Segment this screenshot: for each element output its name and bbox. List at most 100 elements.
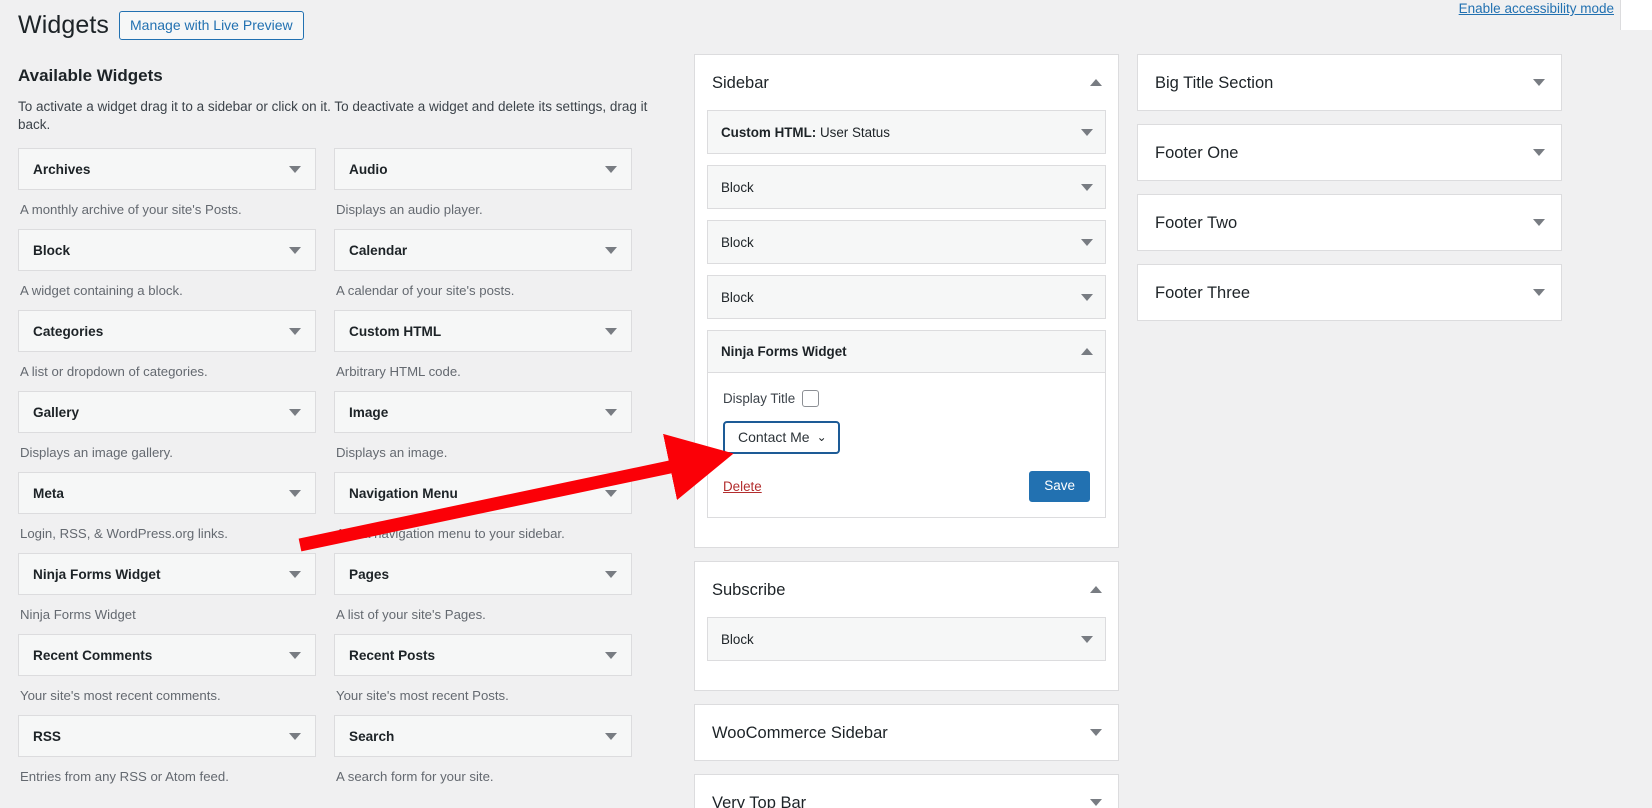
page-corner-strip — [1620, 0, 1652, 30]
chevron-down-icon[interactable] — [289, 732, 301, 740]
chevron-down-icon[interactable] — [1081, 635, 1093, 643]
available-widget[interactable]: Search — [334, 715, 632, 757]
available-widget[interactable]: Categories — [18, 310, 316, 352]
sidebar-panel-header[interactable]: Footer Three — [1138, 265, 1561, 320]
available-widget[interactable]: Gallery — [18, 391, 316, 433]
available-widget[interactable]: Navigation Menu — [334, 472, 632, 514]
chevron-down-icon[interactable] — [1533, 79, 1545, 86]
available-widget[interactable]: Archives — [18, 148, 316, 190]
sidebar-widget-header[interactable]: Block — [708, 276, 1105, 318]
chevron-up-icon[interactable] — [1081, 348, 1093, 355]
available-widget[interactable]: Calendar — [334, 229, 632, 271]
sidebar-column-right: Big Title Section Footer One Footer Two Foo… — [1137, 54, 1562, 334]
available-widget[interactable]: Image — [334, 391, 632, 433]
available-widget-description: A list of your site's Pages. — [336, 607, 486, 622]
sidebar-panel: Sidebar Custom HTML: User Status Block Bloc… — [694, 54, 1119, 548]
chevron-down-icon: ⌄ — [816, 430, 827, 444]
sidebar-widget-header[interactable]: Ninja Forms Widget — [708, 331, 1105, 373]
chevron-down-icon[interactable] — [1081, 183, 1093, 191]
chevron-down-icon[interactable] — [289, 408, 301, 416]
chevron-down-icon[interactable] — [605, 489, 617, 497]
sidebar-panel-header[interactable]: WooCommerce Sidebar — [695, 705, 1118, 760]
available-widgets-section: Available Widgets To activate a widget d… — [18, 64, 668, 796]
available-widget[interactable]: Audio — [334, 148, 632, 190]
available-widget-title: Block — [33, 242, 71, 258]
chevron-down-icon[interactable] — [1533, 219, 1545, 226]
available-widget[interactable]: Ninja Forms Widget — [18, 553, 316, 595]
chevron-down-icon[interactable] — [605, 165, 617, 173]
sidebar-widget-header[interactable]: Block — [708, 618, 1105, 660]
available-widget[interactable]: Custom HTML — [334, 310, 632, 352]
chevron-down-icon[interactable] — [1533, 289, 1545, 296]
chevron-down-icon[interactable] — [1533, 149, 1545, 156]
sidebar-panel-header[interactable]: Footer One — [1138, 125, 1561, 180]
sidebar-panel-header[interactable]: Big Title Section — [1138, 55, 1561, 110]
display-title-row: Display Title — [723, 390, 1090, 407]
sidebar-panel-header[interactable]: Very Top Bar — [695, 775, 1118, 808]
available-widget-title: RSS — [33, 728, 61, 744]
sidebar-widget-header[interactable]: Block — [708, 166, 1105, 208]
sidebar-widget: Block — [707, 275, 1106, 319]
enable-accessibility-mode-link[interactable]: Enable accessibility mode — [1459, 1, 1614, 16]
available-widget-description: Add a navigation menu to your sidebar. — [336, 526, 565, 541]
available-widget-title: Custom HTML — [349, 323, 442, 339]
chevron-down-icon[interactable] — [1081, 238, 1093, 246]
widgets-admin-page: Enable accessibility mode Widgets Manage… — [0, 0, 1652, 808]
sidebar-widget-header[interactable]: Custom HTML: User Status — [708, 111, 1105, 153]
available-widgets-columns: Archives A monthly archive of your site's… — [18, 148, 668, 796]
display-title-checkbox[interactable] — [802, 390, 820, 407]
chevron-down-icon[interactable] — [605, 732, 617, 740]
available-widget-title: Pages — [349, 566, 390, 582]
available-widget[interactable]: Meta — [18, 472, 316, 514]
sidebar-widget: Block — [707, 617, 1106, 661]
chevron-down-icon[interactable] — [605, 570, 617, 578]
save-button[interactable]: Save — [1029, 471, 1090, 502]
chevron-down-icon[interactable] — [605, 327, 617, 335]
chevron-down-icon[interactable] — [289, 246, 301, 254]
available-widget[interactable]: RSS — [18, 715, 316, 757]
sidebar-panel-header[interactable]: Subscribe — [695, 562, 1118, 617]
chevron-down-icon[interactable] — [1081, 128, 1093, 136]
delete-link[interactable]: Delete — [723, 479, 762, 494]
available-widget[interactable]: Block — [18, 229, 316, 271]
chevron-up-icon[interactable] — [1090, 586, 1102, 593]
chevron-down-icon[interactable] — [289, 489, 301, 497]
sidebar-widget-header[interactable]: Block — [708, 221, 1105, 263]
chevron-down-icon[interactable] — [289, 327, 301, 335]
chevron-down-icon[interactable] — [289, 570, 301, 578]
available-widget-description: Displays an image gallery. — [20, 445, 173, 460]
available-widget[interactable]: Recent Posts — [334, 634, 632, 676]
display-title-label: Display Title — [723, 391, 796, 406]
sidebar-widget-actions: Delete Save — [723, 471, 1090, 502]
sidebar-panel-header[interactable]: Sidebar — [695, 55, 1118, 110]
available-widget-title: Navigation Menu — [349, 485, 458, 501]
chevron-down-icon[interactable] — [289, 651, 301, 659]
sidebar-panel-body: Block — [695, 617, 1118, 690]
chevron-down-icon[interactable] — [1090, 729, 1102, 736]
available-widget-title: Search — [349, 728, 395, 744]
form-select[interactable]: Contact Me ⌄ — [723, 421, 840, 454]
available-widget-title: Calendar — [349, 242, 408, 258]
sidebar-panel: Subscribe Block — [694, 561, 1119, 691]
sidebar-panel-header[interactable]: Footer Two — [1138, 195, 1561, 250]
available-widgets-column-right: Audio Displays an audio player. Calendar A … — [334, 148, 632, 796]
chevron-down-icon[interactable] — [605, 408, 617, 416]
manage-with-live-preview-button[interactable]: Manage with Live Preview — [119, 10, 304, 40]
chevron-down-icon[interactable] — [605, 246, 617, 254]
sidebar-panel-body: Custom HTML: User Status Block Block Block N… — [695, 110, 1118, 547]
chevron-up-icon[interactable] — [1090, 79, 1102, 86]
accessibility-mode-link-container: Enable accessibility mode — [1459, 0, 1614, 18]
available-widget-description: A monthly archive of your site's Posts. — [20, 202, 242, 217]
available-widget[interactable]: Recent Comments — [18, 634, 316, 676]
chevron-down-icon[interactable] — [1090, 799, 1102, 806]
available-widgets-description: To activate a widget drag it to a sideba… — [18, 99, 648, 132]
sidebar-panel: WooCommerce Sidebar — [694, 704, 1119, 761]
available-widget-title: Recent Comments — [33, 647, 153, 663]
available-widget[interactable]: Pages — [334, 553, 632, 595]
sidebar-widget-title: Ninja Forms Widget — [721, 344, 847, 359]
available-widget-title: Meta — [33, 485, 64, 501]
chevron-down-icon[interactable] — [289, 165, 301, 173]
chevron-down-icon[interactable] — [605, 651, 617, 659]
chevron-down-icon[interactable] — [1081, 293, 1093, 301]
sidebar-panel-title: Big Title Section — [1155, 73, 1274, 92]
